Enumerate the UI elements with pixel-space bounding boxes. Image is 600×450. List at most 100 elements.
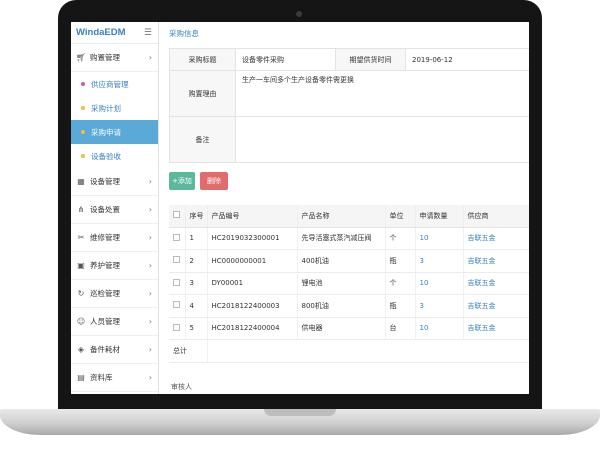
- chevron-right-icon: ›: [148, 233, 152, 242]
- date-label: 期望供货时间: [335, 48, 406, 71]
- cell-unit: 瓶: [385, 294, 416, 318]
- cell-supplier[interactable]: 吉联五金: [463, 294, 529, 318]
- cell-name: 400机油: [297, 249, 386, 273]
- row-checkbox[interactable]: [169, 227, 186, 250]
- refresh-icon: ↻: [77, 289, 85, 298]
- cell-qty[interactable]: 3: [415, 294, 464, 318]
- chevron-right-icon: ›: [148, 289, 152, 298]
- sidebar-item-label: 资料库: [90, 373, 113, 382]
- chevron-right-icon: ›: [148, 373, 152, 382]
- sidebar-item-equipment[interactable]: ▦ 设备管理 ›: [71, 168, 158, 196]
- reason-label: 购置理由: [169, 70, 236, 117]
- book-icon: ▤: [77, 373, 85, 382]
- cart-icon: 🛒︎: [75, 53, 87, 62]
- table-header-row: 序号 产品编号 产品名称 单位 申请数量 供应商: [169, 205, 529, 228]
- cell-unit: 台: [385, 317, 416, 340]
- column-header: 序号: [185, 205, 208, 228]
- row-checkbox[interactable]: [169, 249, 186, 273]
- chevron-right-icon: ›: [148, 261, 152, 270]
- cell-supplier[interactable]: 吉联五金: [463, 272, 529, 295]
- total-label: 总计: [169, 339, 208, 363]
- cell-code: HC2018122400003: [207, 294, 298, 318]
- sidebar-subitem-purchase-plan[interactable]: 采购计划: [71, 96, 158, 120]
- main-content: 采购信息 采购标题 设备零件采购 期望供货时间 2019-06-12 购置理由 …: [159, 22, 529, 394]
- row-checkbox[interactable]: [169, 294, 186, 318]
- sidebar-item-label: 人员管理: [90, 317, 120, 326]
- bullet-icon: [81, 82, 85, 86]
- table-row: 5 HC2018122400004 供电器 台 10 吉联五金: [169, 317, 529, 340]
- sidebar-item-disposal[interactable]: ⋔ 设备处置 ›: [71, 196, 158, 224]
- column-header: 申请数量: [415, 205, 464, 228]
- cell-code: HC2018122400004: [207, 317, 298, 340]
- purchase-info-form: 采购标题 设备零件采购 期望供货时间 2019-06-12 购置理由 生产一车间…: [169, 48, 529, 163]
- cell-name: 先导活塞式蒸汽减压阀: [297, 227, 386, 250]
- cell-name: 供电器: [297, 317, 386, 340]
- sidebar-item-upkeep[interactable]: ▣ 养护管理 ›: [71, 252, 158, 280]
- chevron-right-icon: ›: [148, 53, 152, 62]
- cell-supplier[interactable]: 吉联五金: [463, 249, 529, 273]
- sidebar-subitem-suppliers[interactable]: 供应商管理: [71, 72, 158, 96]
- screen: WindaEDM ☰ 🛒︎ 购置管理 › 供应商管理 采购计划 采购申请 设备验…: [71, 22, 529, 394]
- sidebar-item-inspection[interactable]: ↻ 巡检管理 ›: [71, 280, 158, 308]
- cell-qty[interactable]: 3: [415, 249, 464, 273]
- laptop-notch: [264, 409, 336, 416]
- table-row: 1 HC2019032300001 先导活塞式蒸汽减压阀 个 10 吉联五金: [169, 227, 529, 250]
- share-icon: ⋔: [77, 205, 85, 214]
- cell-unit: 个: [385, 227, 416, 250]
- brand-bar: WindaEDM ☰: [71, 22, 158, 44]
- box-icon: ◈: [77, 345, 85, 354]
- column-header: 产品名称: [297, 205, 386, 228]
- section-title: 采购信息: [169, 29, 199, 38]
- sidebar-item-maintenance[interactable]: ✂ 维修管理 ›: [71, 224, 158, 252]
- total-value: [207, 339, 529, 363]
- cell-unit: 个: [385, 272, 416, 295]
- cell-no: 1: [185, 227, 208, 250]
- add-button[interactable]: +添加: [169, 172, 195, 190]
- title-field[interactable]: 设备零件采购: [235, 48, 336, 71]
- cell-supplier[interactable]: 吉联五金: [463, 317, 529, 340]
- delete-button[interactable]: 删除: [200, 172, 228, 190]
- sidebar-item-label: 备件耗材: [90, 345, 120, 354]
- sidebar-subitem-label: 采购申请: [91, 127, 121, 137]
- remark-field[interactable]: [235, 116, 529, 163]
- title-label: 采购标题: [169, 48, 236, 71]
- table-row: 2 HC0000000001 400机油 瓶 3 吉联五金: [169, 249, 529, 273]
- user-icon: ☺: [76, 317, 86, 326]
- bullet-icon: [81, 154, 85, 158]
- column-header: 供应商: [463, 205, 529, 228]
- bullet-icon: [81, 106, 85, 110]
- grid-icon: ▦: [77, 177, 85, 186]
- brand-logo[interactable]: WindaEDM: [76, 27, 126, 38]
- sidebar-subitem-acceptance[interactable]: 设备验收: [71, 144, 158, 168]
- reason-field[interactable]: 生产一车间多个生产设备零件需更换: [235, 70, 529, 117]
- chevron-right-icon: ›: [148, 345, 152, 354]
- cell-qty[interactable]: 10: [415, 317, 464, 340]
- sidebar-item-spare-parts[interactable]: ◈ 备件耗材 ›: [71, 336, 158, 364]
- sidebar-item-procurement[interactable]: 🛒︎ 购置管理 ›: [71, 44, 158, 72]
- chevron-right-icon: ›: [148, 177, 152, 186]
- sidebar-item-library[interactable]: ▤ 资料库 ›: [71, 364, 158, 392]
- select-all-checkbox[interactable]: [169, 205, 186, 228]
- sidebar-item-label: 维修管理: [90, 233, 120, 242]
- sidebar-subitem-purchase-request[interactable]: 采购申请: [71, 120, 158, 144]
- row-checkbox[interactable]: [169, 272, 186, 295]
- chevron-right-icon: ›: [148, 205, 152, 214]
- cell-supplier[interactable]: 吉联五金: [463, 227, 529, 250]
- sidebar-subitem-label: 设备验收: [91, 151, 121, 161]
- cell-qty[interactable]: 10: [415, 272, 464, 295]
- cell-no: 5: [185, 317, 208, 340]
- table-row: 4 HC2018122400003 800机油 瓶 3 吉联五金: [169, 294, 529, 318]
- bullet-icon: [81, 130, 85, 134]
- hamburger-icon[interactable]: ☰: [144, 28, 152, 38]
- sidebar-item-label: 设备管理: [90, 177, 120, 186]
- date-field[interactable]: 2019-06-12: [405, 48, 529, 71]
- sidebar-item-personnel[interactable]: ☺ 人员管理 ›: [71, 308, 158, 336]
- cell-qty[interactable]: 10: [415, 227, 464, 250]
- column-header: 单位: [385, 205, 416, 228]
- sidebar-subitem-label: 采购计划: [91, 103, 121, 113]
- sidebar-item-label: 设备处置: [90, 205, 120, 214]
- row-checkbox[interactable]: [169, 317, 186, 340]
- sidebar: WindaEDM ☰ 🛒︎ 购置管理 › 供应商管理 采购计划 采购申请 设备验…: [71, 22, 159, 394]
- picture-icon: ▣: [77, 261, 85, 270]
- table-total-row: 总计: [169, 339, 529, 363]
